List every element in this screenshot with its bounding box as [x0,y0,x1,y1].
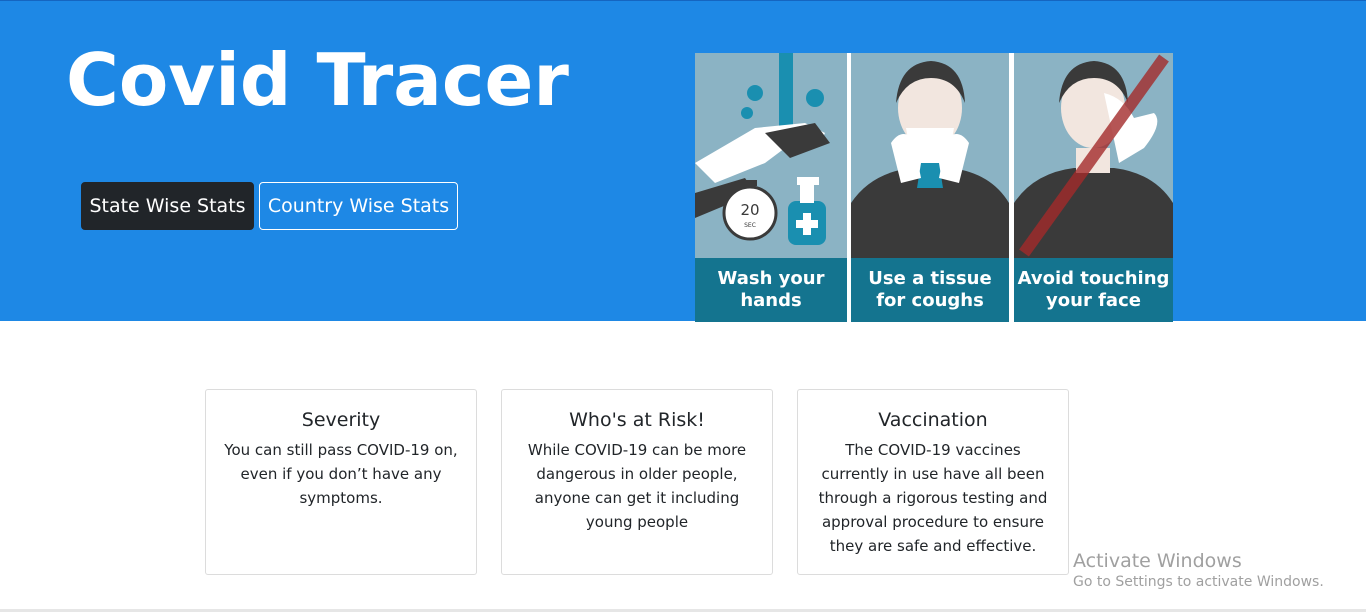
info-card-vaccination: Vaccination The COVID-19 vaccines curren… [797,389,1069,575]
page-title: Covid Tracer [66,38,569,122]
poster-panel-tissue: Use a tissue for coughs [851,53,1009,322]
poster-caption-avoid-face: Avoid touching your face [1014,258,1173,322]
info-card-severity: Severity You can still pass COVID-19 on,… [205,389,477,575]
card-title: Severity [301,409,381,431]
poster-panel-wash-hands: 20 SEC Wash your hands [695,53,847,322]
card-text: While COVID-19 can be more dangerous in … [527,441,747,531]
hand-washing-icon: 20 SEC [695,53,830,245]
avoid-face-touch-icon [1014,54,1173,258]
hygiene-poster: 20 SEC Wash your hands Use a tissue for … [695,53,1173,322]
card-text: The COVID-19 vaccines currently in use h… [818,441,1048,555]
tissue-cough-icon [851,61,1009,258]
state-wise-stats-button[interactable]: State Wise Stats [81,182,254,230]
timer-unit-label: SEC [744,222,756,229]
hero-banner: Covid Tracer State Wise Stats Country Wi… [0,0,1366,322]
info-card-risk: Who's at Risk! While COVID-19 can be mor… [501,389,773,575]
activate-windows-watermark: Activate Windows Go to Settings to activ… [1073,549,1324,591]
card-title: Who's at Risk! [569,409,705,431]
watermark-title: Activate Windows [1073,550,1242,572]
poster-caption-wash-hands: Wash your hands [695,258,847,322]
card-text: You can still pass COVID-19 on, even if … [224,441,458,507]
poster-caption-tissue: Use a tissue for coughs [851,258,1009,322]
timer-label: 20 [740,201,759,219]
card-title: Vaccination [878,409,988,431]
country-wise-stats-button[interactable]: Country Wise Stats [259,182,458,230]
poster-panel-avoid-face: Avoid touching your face [1014,53,1173,322]
watermark-subtitle: Go to Settings to activate Windows. [1073,574,1324,590]
